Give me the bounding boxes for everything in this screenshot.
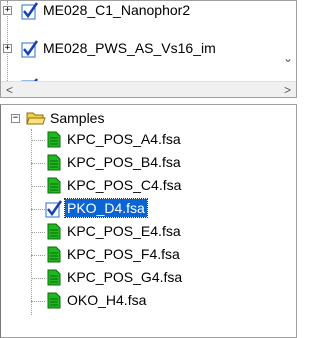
file-label[interactable]: KPC_POS_G4.fsa bbox=[65, 268, 184, 286]
file-label[interactable]: KPC_POS_B4.fsa bbox=[65, 153, 183, 171]
checked-document-icon bbox=[21, 1, 39, 20]
horizontal-scrollbar[interactable]: < > bbox=[1, 81, 296, 97]
green-document-icon bbox=[47, 131, 61, 148]
open-folder-icon bbox=[26, 110, 46, 126]
green-document-icon bbox=[47, 246, 61, 263]
tree-item-label[interactable]: ME028_PWS_AS_Vs16_im bbox=[41, 39, 218, 57]
file-label[interactable]: KPC_POS_F4.fsa bbox=[65, 245, 182, 263]
tree-root-label[interactable]: Samples bbox=[48, 109, 106, 127]
green-document-icon bbox=[47, 269, 61, 286]
tree-connector bbox=[31, 186, 45, 187]
scroll-down-arrow[interactable]: ⌄ bbox=[283, 51, 293, 65]
tree-connector bbox=[31, 140, 45, 141]
checked-document-icon bbox=[21, 39, 39, 58]
tree-item-label[interactable]: ME028_C1_Nanophor2 bbox=[41, 1, 192, 19]
green-document-icon bbox=[47, 223, 61, 240]
file-label[interactable]: PKO_D4.fsa bbox=[64, 198, 148, 218]
tree-connector bbox=[31, 209, 45, 210]
expand-toggle[interactable]: + bbox=[3, 6, 12, 15]
tree-connector bbox=[31, 255, 45, 256]
tree-connector bbox=[31, 301, 45, 302]
file-label[interactable]: KPC_POS_A4.fsa bbox=[65, 130, 183, 148]
collapse-toggle[interactable]: − bbox=[11, 114, 20, 123]
scroll-left-button[interactable]: < bbox=[1, 82, 18, 97]
checked-document-icon bbox=[45, 199, 63, 218]
scroll-right-button[interactable]: > bbox=[279, 82, 296, 97]
file-label[interactable]: KPC_POS_E4.fsa bbox=[65, 222, 183, 240]
file-label[interactable]: OKO_H4.fsa bbox=[65, 291, 148, 309]
green-document-icon bbox=[47, 292, 61, 309]
green-document-icon bbox=[47, 154, 61, 171]
bottom-tree-pane[interactable]: − Samples KPC_POS_A4.fsa KPC_POS_B4.fsa … bbox=[0, 104, 297, 338]
tree-connector bbox=[31, 163, 45, 164]
top-tree-pane[interactable]: + ME028_C1_Nanophor2 + ME028_PWS_AS_Vs16… bbox=[0, 0, 297, 98]
green-document-icon bbox=[47, 177, 61, 194]
file-label[interactable]: KPC_POS_C4.fsa bbox=[65, 176, 183, 194]
tree-connector bbox=[31, 129, 32, 315]
tree-connector bbox=[31, 278, 45, 279]
tree-connector bbox=[31, 232, 45, 233]
expand-toggle[interactable]: + bbox=[3, 44, 12, 53]
